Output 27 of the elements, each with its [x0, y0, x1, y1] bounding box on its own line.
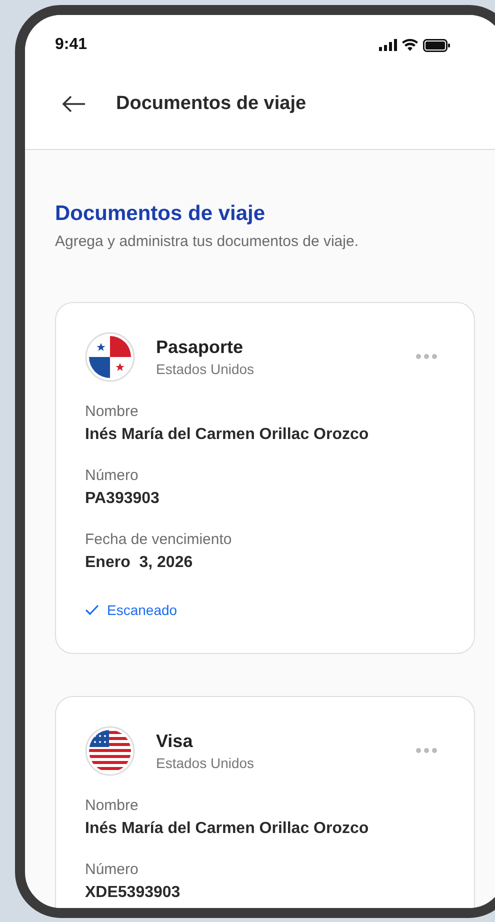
- check-icon: [85, 603, 99, 617]
- field-value: PA393903: [85, 488, 160, 508]
- page-subtitle: Agrega y administra tus documentos de viaje.: [55, 232, 360, 252]
- page-heading: Documentos de viaje: [55, 201, 266, 227]
- field-label: Nombre: [85, 402, 140, 422]
- scanned-status: Escaneado: [107, 600, 178, 620]
- field-value: XDE5393903: [85, 882, 182, 902]
- status-time: 9:41: [55, 35, 88, 55]
- field-label: Nombre: [85, 796, 140, 816]
- signal-icon: [379, 39, 397, 51]
- field-label: Fecha de vencimiento: [85, 530, 233, 550]
- back-arrow-icon: [62, 95, 86, 113]
- field-value: Enero 3, 2026: [85, 552, 194, 572]
- field-label: Número: [85, 466, 140, 486]
- flag-icon: [85, 332, 135, 382]
- back-button[interactable]: [62, 95, 86, 113]
- flag-icon: [85, 726, 135, 776]
- document-type: Pasaporte: [156, 336, 244, 358]
- field-label: Número: [85, 860, 140, 880]
- field-value: Inés María del Carmen Orillac Orozco: [85, 818, 370, 838]
- battery-icon: [423, 38, 450, 52]
- wifi-icon: [402, 39, 418, 51]
- field-value: Inés María del Carmen Orillac Orozco: [85, 424, 370, 444]
- header-title: Documentos de viaje: [116, 92, 306, 116]
- document-country: Estados Unidos: [156, 754, 256, 772]
- document-country: Estados Unidos: [156, 360, 256, 378]
- document-type: Visa: [156, 730, 194, 752]
